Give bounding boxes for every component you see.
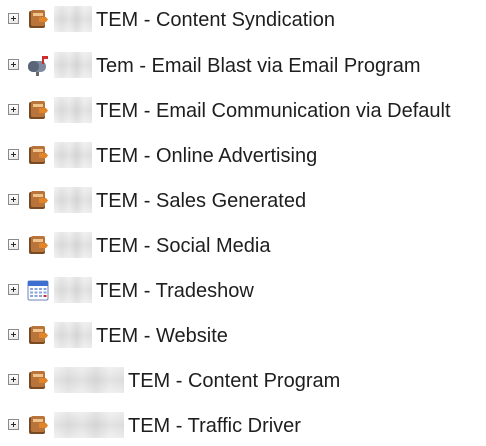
program-folder-icon [29, 236, 48, 254]
redacted-prefix [54, 142, 92, 168]
program-folder-icon [29, 416, 48, 434]
expand-plus-icon[interactable] [8, 149, 19, 160]
redacted-prefix [54, 232, 92, 258]
program-label[interactable]: TEM - Tradeshow [96, 278, 254, 304]
program-label[interactable]: Tem - Email Blast via Email Program [96, 53, 421, 79]
program-label[interactable]: TEM - Online Advertising [96, 143, 317, 169]
redacted-prefix [54, 322, 92, 348]
program-label[interactable]: TEM - Content Program [128, 368, 340, 394]
program-label[interactable]: TEM - Website [96, 323, 228, 349]
program-label[interactable]: TEM - Traffic Driver [128, 413, 301, 439]
redacted-prefix [54, 367, 124, 393]
redacted-prefix [54, 277, 92, 303]
redacted-prefix [54, 6, 92, 32]
email-program-icon [28, 56, 48, 76]
program-folder-icon [29, 371, 48, 389]
expand-plus-icon[interactable] [8, 104, 19, 115]
expand-plus-icon[interactable] [8, 419, 19, 430]
program-tree: TEM - Content Syndication Tem - Email Bl… [0, 0, 486, 446]
program-label[interactable]: TEM - Social Media [96, 233, 271, 259]
expand-plus-icon[interactable] [8, 59, 19, 70]
redacted-prefix [54, 187, 92, 213]
expand-plus-icon[interactable] [8, 374, 19, 385]
expand-plus-icon[interactable] [8, 13, 19, 24]
program-folder-icon [29, 146, 48, 164]
program-folder-icon [29, 326, 48, 344]
program-label[interactable]: TEM - Email Communication via Default [96, 98, 451, 124]
program-folder-icon [29, 10, 48, 28]
program-label[interactable]: TEM - Sales Generated [96, 188, 306, 214]
expand-plus-icon[interactable] [8, 329, 19, 340]
expand-plus-icon[interactable] [8, 194, 19, 205]
redacted-prefix [54, 97, 92, 123]
program-folder-icon [29, 191, 48, 209]
redacted-prefix [54, 52, 92, 78]
expand-plus-icon[interactable] [8, 284, 19, 295]
redacted-prefix [54, 412, 124, 438]
program-folder-icon [29, 101, 48, 119]
program-label[interactable]: TEM - Content Syndication [96, 7, 335, 33]
expand-plus-icon[interactable] [8, 239, 19, 250]
event-calendar-icon [27, 280, 49, 301]
